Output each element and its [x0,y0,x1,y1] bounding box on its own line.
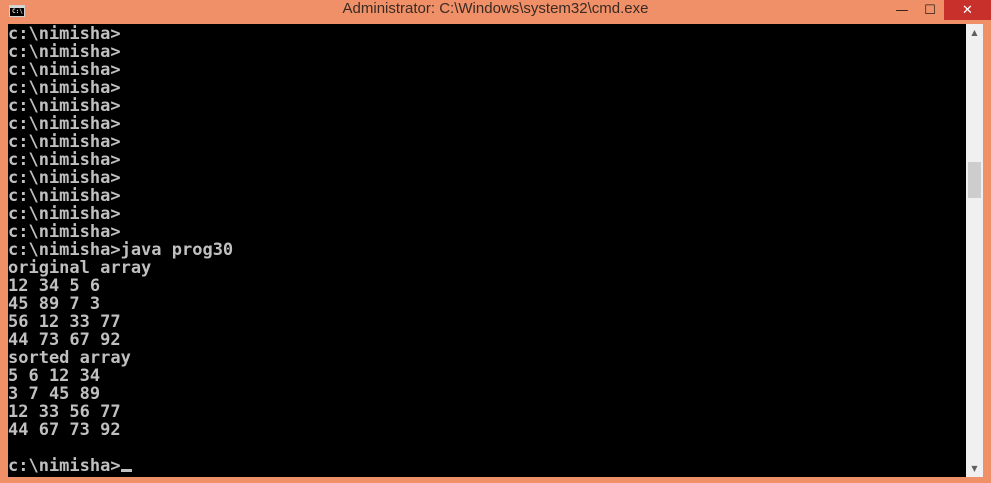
console-line-text: 45 89 7 3 [8,294,101,314]
console-output[interactable]: c:\nimisha> c:\nimisha> c:\nimisha> c:\nimi… [8,24,966,477]
console-line: c:\nimisha> [8,151,233,169]
close-button[interactable]: ✕ [944,0,991,20]
console-line-text: sorted array [8,348,131,368]
console-line-text: 56 12 33 77 [8,312,121,332]
console-line: c:\nimisha> [8,25,233,43]
window-controls: — ☐ ✕ [888,0,991,20]
console-line: 45 89 7 3 [8,295,233,313]
console-line-text: 44 67 73 92 [8,420,121,440]
window-frame-bottom [0,477,991,483]
console-line-text: c:\nimisha> [8,168,121,188]
console-line: original array [8,259,233,277]
console-line: 44 73 67 92 [8,331,233,349]
console-line-text: c:\nimisha> [8,150,121,170]
window-frame-right [983,24,991,483]
console-line-text: c:\nimisha> [8,78,121,98]
console-line: c:\nimisha> [8,61,233,79]
console-line-text: 12 33 56 77 [8,402,121,422]
console-line-text: 3 7 45 89 [8,384,101,404]
console-line-text: c:\nimisha>java prog30 [8,240,234,260]
console-line: 56 12 33 77 [8,313,233,331]
console-line: 12 34 5 6 [8,277,233,295]
console-line-text: 5 6 12 34 [8,366,101,386]
scroll-thumb[interactable] [968,162,981,198]
text-cursor [120,469,132,472]
console-line: c:\nimisha> [8,223,233,241]
console-line-text: c:\nimisha> [8,132,121,152]
maximize-button[interactable]: ☐ [916,0,944,20]
console-line-text: 12 34 5 6 [8,276,101,296]
console-line: 12 33 56 77 [8,403,233,421]
window-title: Administrator: C:\Windows\system32\cmd.e… [342,0,649,17]
console-line-text: c:\nimisha> [8,24,121,44]
console-line: 44 67 73 92 [8,421,233,439]
console-line: 5 6 12 34 [8,367,233,385]
scroll-down-arrow-icon[interactable]: ▼ [966,460,983,477]
console-line: c:\nimisha> [8,97,233,115]
console-line-text: original array [8,258,152,278]
cmd-window: C:\ Administrator: C:\Windows\system32\c… [0,0,991,483]
minimize-button[interactable]: — [888,0,916,20]
console-line: c:\nimisha> [8,79,233,97]
console-line: c:\nimisha> [8,187,233,205]
console-line: c:\nimisha> [8,115,233,133]
console-line-text: c:\nimisha> [8,222,121,242]
console-line-text: c:\nimisha> [8,186,121,206]
console-line: c:\nimisha> [8,457,233,475]
console-line: sorted array [8,349,233,367]
console-line-text: c:\nimisha> [8,204,121,224]
console-line: c:\nimisha> [8,169,233,187]
console-line: c:\nimisha> [8,133,233,151]
console-line: 3 7 45 89 [8,385,233,403]
console-line-text: 44 73 67 92 [8,330,121,350]
title-bar[interactable]: C:\ Administrator: C:\Windows\system32\c… [0,0,991,24]
vertical-scrollbar[interactable]: ▲ ▼ [966,24,983,477]
console-line: c:\nimisha> [8,205,233,223]
console-line-text: c:\nimisha> [8,456,121,476]
console-line-text: c:\nimisha> [8,114,121,134]
console-lines: c:\nimisha> c:\nimisha> c:\nimisha> c:\nimi… [8,25,233,475]
console-line-text: c:\nimisha> [8,96,121,116]
console-line-text: c:\nimisha> [8,42,121,62]
scroll-up-arrow-icon[interactable]: ▲ [966,24,983,41]
console-line-text: c:\nimisha> [8,60,121,80]
console-line: c:\nimisha> [8,43,233,61]
console-line: c:\nimisha>java prog30 [8,241,233,259]
